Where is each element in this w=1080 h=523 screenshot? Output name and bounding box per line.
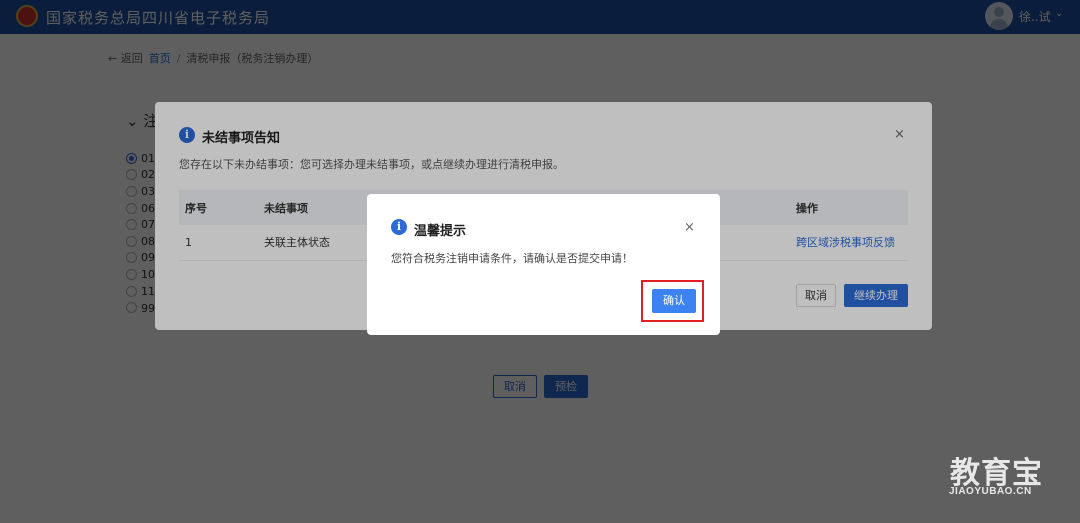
hint-dialog: i 温馨提示 × 您符合税务注销申请条件，请确认是否提交申请！ 确认 <box>367 194 720 335</box>
watermark-url: JIAOYUBAO.CN <box>949 486 1032 497</box>
close-icon[interactable]: × <box>684 220 695 235</box>
confirm-button[interactable]: 确认 <box>652 289 696 313</box>
dialog-title: 温馨提示 <box>414 224 467 239</box>
info-icon: i <box>391 219 407 235</box>
dialog-message: 您符合税务注销申请条件，请确认是否提交申请！ <box>391 252 633 265</box>
